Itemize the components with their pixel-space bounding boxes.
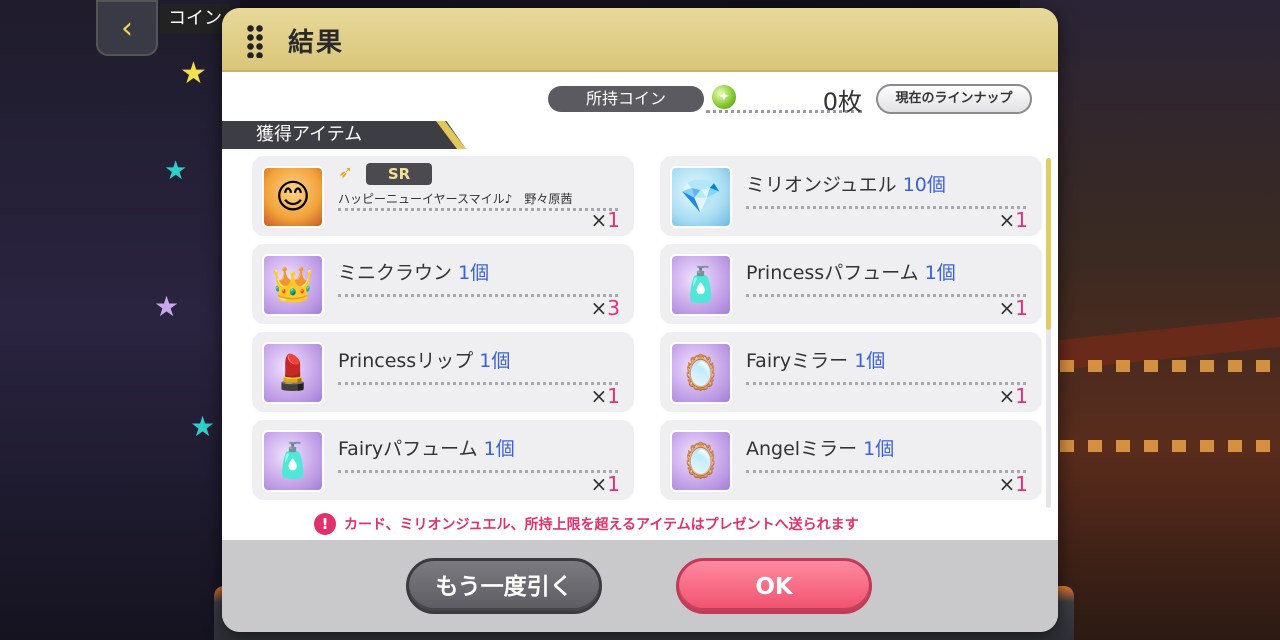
section-label: 獲得アイテム: [222, 121, 466, 149]
item-name: ミリオンジュエル 10個: [746, 174, 946, 196]
item-name: Princessリップ 1個: [338, 350, 511, 372]
star-icon: ★: [164, 156, 188, 186]
coin-label: 所持コイン: [548, 86, 704, 112]
wing-icon: ➶: [338, 162, 354, 183]
item-divider: [338, 382, 618, 385]
card-portrait-icon: 😊: [262, 166, 324, 228]
scrollbar[interactable]: [1046, 158, 1051, 508]
item-count: ×1: [998, 296, 1029, 320]
background-left-panel: [0, 0, 240, 640]
coin-value: 0枚: [822, 88, 862, 116]
screen-title: コイン: [160, 4, 230, 34]
item-name: Fairyパフューム 1個: [338, 438, 515, 460]
item-count: ×1: [590, 384, 621, 408]
list-item[interactable]: 🪞 Angelミラー 1個 ×1: [660, 420, 1042, 500]
dialog-footer: もう一度引く OK: [222, 540, 1058, 632]
current-lineup-button[interactable]: 現在のラインナップ: [876, 84, 1032, 114]
item-name: Angelミラー 1個: [746, 438, 895, 460]
item-divider: [338, 294, 618, 297]
ok-button[interactable]: OK: [676, 558, 872, 614]
list-item[interactable]: 🧴 Princessパフューム 1個 ×1: [660, 244, 1042, 324]
item-name: Fairyミラー 1個: [746, 350, 886, 372]
dialog-header: 結果: [222, 8, 1058, 72]
mirror-icon: 🪞: [670, 342, 732, 404]
chevron-left-icon: ‹: [121, 10, 133, 46]
warning-text: カード、ミリオンジュエル、所持上限を超えるアイテムはプレゼントへ送られます: [344, 517, 859, 533]
background-city: [1020, 0, 1280, 640]
back-button[interactable]: ‹: [96, 0, 158, 56]
item-divider: [338, 470, 618, 473]
crown-icon: 👑: [262, 254, 324, 316]
item-count: ×1: [998, 208, 1029, 232]
draw-again-button[interactable]: もう一度引く: [406, 558, 602, 614]
list-item[interactable]: 💄 Princessリップ 1個 ×1: [252, 332, 634, 412]
result-dialog: 結果 所持コイン ✦ 0枚 現在のラインナップ 獲得アイテム 😊 ➶ SR ハッ…: [222, 8, 1058, 632]
item-divider: [746, 470, 1026, 473]
card-name: ハッピーニューイヤースマイル♪ 野々原茜: [338, 192, 573, 206]
mirror-icon: 🪞: [670, 430, 732, 492]
exclamation-icon: !: [314, 513, 336, 535]
jewel-icon: 💎: [670, 166, 732, 228]
background-lights: [1060, 360, 1280, 372]
item-count: ×1: [998, 384, 1029, 408]
star-icon: ★: [154, 290, 180, 323]
scrollbar-thumb[interactable]: [1046, 158, 1051, 330]
list-item[interactable]: 👑 ミニクラウン 1個 ×3: [252, 244, 634, 324]
item-name: ミニクラウン 1個: [338, 262, 490, 284]
perfume-icon: 🧴: [262, 430, 324, 492]
item-count: ×1: [590, 472, 621, 496]
item-count: ×1: [590, 208, 621, 232]
list-item[interactable]: 🧴 Fairyパフューム 1個 ×1: [252, 420, 634, 500]
dialog-title: 結果: [288, 28, 345, 58]
item-divider: [746, 206, 1026, 209]
item-divider: [338, 208, 618, 211]
grip-icon: [246, 24, 264, 58]
star-icon: ★: [180, 56, 207, 91]
list-item[interactable]: 💎 ミリオンジュエル 10個 ×1: [660, 156, 1042, 236]
item-count: ×1: [998, 472, 1029, 496]
list-item[interactable]: 🪞 Fairyミラー 1個 ×1: [660, 332, 1042, 412]
warning-message: ! カード、ミリオンジュエル、所持上限を超えるアイテムはプレゼントへ送られます: [314, 512, 859, 536]
item-divider: [746, 294, 1026, 297]
coin-balance-row: 所持コイン ✦ 0枚 現在のラインナップ: [548, 84, 1048, 116]
rarity-badge: SR: [366, 163, 432, 185]
background-lights: [1060, 440, 1280, 452]
items-list[interactable]: 😊 ➶ SR ハッピーニューイヤースマイル♪ 野々原茜 ×1 💎 ミリオンジュエ…: [252, 156, 1042, 506]
item-divider: [746, 382, 1026, 385]
item-name: Princessパフューム 1個: [746, 262, 956, 284]
list-item-card[interactable]: 😊 ➶ SR ハッピーニューイヤースマイル♪ 野々原茜 ×1: [252, 156, 634, 236]
star-icon: ★: [190, 410, 216, 443]
coin-gem-icon: ✦: [712, 85, 736, 109]
perfume-icon: 🧴: [670, 254, 732, 316]
lipstick-icon: 💄: [262, 342, 324, 404]
item-count: ×3: [590, 296, 621, 320]
